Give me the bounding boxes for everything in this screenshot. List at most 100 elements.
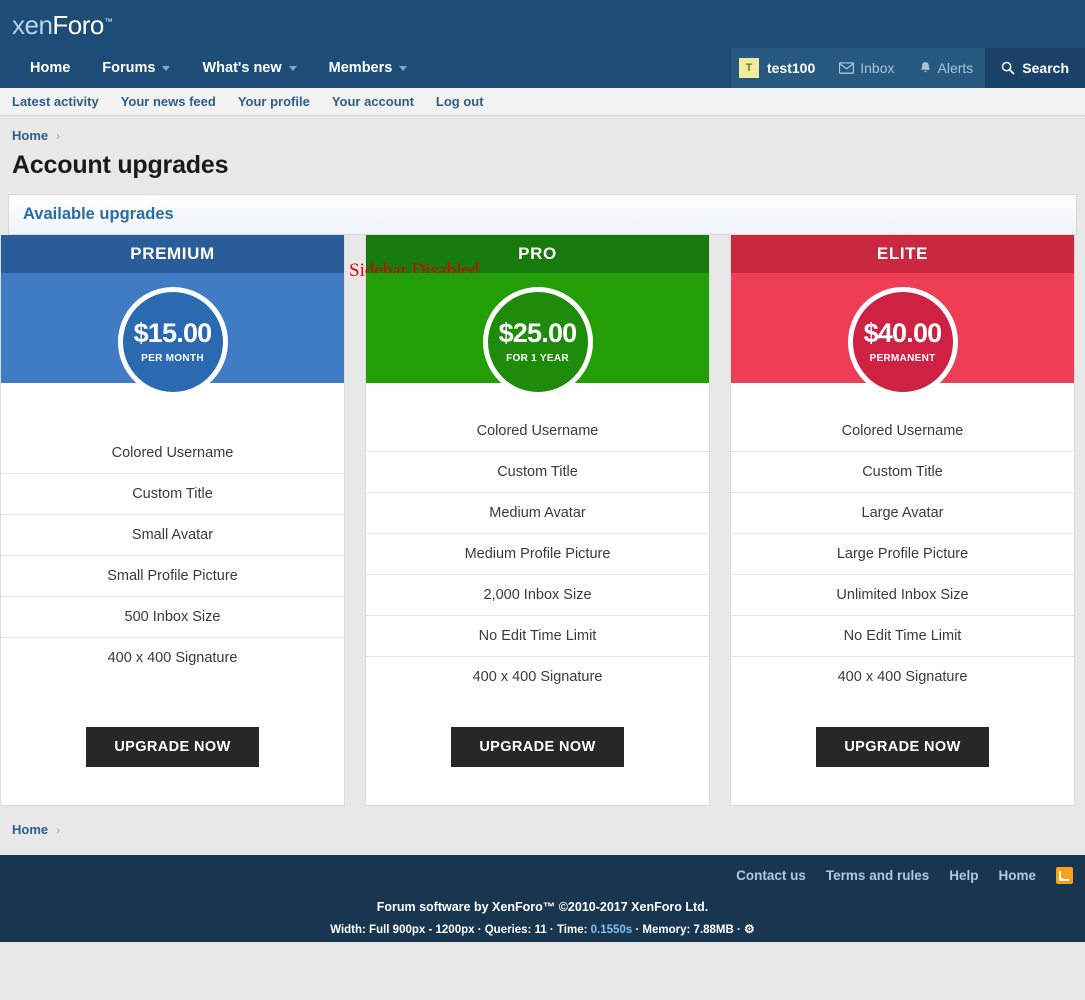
feature-item: Small Avatar bbox=[1, 515, 344, 556]
site-masthead: xenForo™ Home Forums What's new Members … bbox=[0, 0, 1085, 88]
search-label: Search bbox=[1022, 60, 1069, 76]
nav-item-members[interactable]: Members bbox=[313, 48, 424, 88]
copyright-text: Forum software by XenForo™ ©2010-2017 Xe… bbox=[376, 900, 709, 914]
card-price-band-premium: $15.00 PER MONTH bbox=[1, 273, 344, 397]
subnav-item-log-out[interactable]: Log out bbox=[436, 94, 484, 109]
feature-list-pro: Colored Username Custom Title Medium Ava… bbox=[366, 383, 709, 697]
price-amount-premium: $15.00 bbox=[133, 318, 213, 348]
user-menu-button[interactable]: T test100 bbox=[730, 48, 828, 88]
feature-item: Medium Profile Picture bbox=[366, 534, 709, 575]
price-period-pro: FOR 1 YEAR bbox=[506, 353, 569, 364]
feature-item: Custom Title bbox=[366, 452, 709, 493]
debug-time: 0.1550s bbox=[590, 924, 633, 936]
footer-link-home[interactable]: Home bbox=[998, 868, 1036, 883]
logo-trademark: ™ bbox=[103, 16, 113, 27]
primary-nav-items: Home Forums What's new Members bbox=[0, 48, 423, 88]
nav-item-whats-new-label: What's new bbox=[202, 60, 282, 76]
breadcrumb-separator: › bbox=[56, 129, 61, 143]
site-footer: Contact us Terms and rules Help Home For… bbox=[0, 855, 1085, 942]
card-actions-elite: UPGRADE NOW bbox=[731, 697, 1074, 805]
subnav-item-your-news-feed[interactable]: Your news feed bbox=[121, 94, 216, 109]
price-badge-pro: $25.00 FOR 1 YEAR bbox=[482, 287, 593, 397]
chevron-down-icon bbox=[162, 65, 171, 71]
upgrade-now-button-premium[interactable]: UPGRADE NOW bbox=[86, 727, 259, 767]
subnav-item-your-account[interactable]: Your account bbox=[332, 94, 414, 109]
secondary-navigation: Latest activity Your news feed Your prof… bbox=[0, 88, 1085, 116]
price-badge-elite: $40.00 PERMANENT bbox=[847, 287, 958, 397]
inbox-label: Inbox bbox=[860, 60, 895, 76]
subnav-item-latest-activity[interactable]: Latest activity bbox=[12, 94, 99, 109]
rss-icon[interactable] bbox=[1056, 867, 1073, 884]
card-title-premium: PREMIUM bbox=[1, 235, 344, 273]
nav-item-home[interactable]: Home bbox=[14, 48, 86, 88]
feature-item: 400 x 400 Signature bbox=[837, 669, 968, 685]
card-price-band-elite: $40.00 PERMANENT bbox=[731, 273, 1074, 397]
upgrade-card-pro: PRO $25.00 FOR 1 YEAR Colored Username C… bbox=[365, 235, 710, 806]
feature-item: 400 x 400 Signature bbox=[472, 669, 603, 685]
site-logo[interactable]: xenForo™ bbox=[12, 10, 113, 41]
feature-item: Small Profile Picture bbox=[1, 556, 344, 597]
nav-item-members-label: Members bbox=[328, 60, 393, 76]
envelope-icon bbox=[839, 62, 855, 74]
nav-item-whats-new[interactable]: What's new bbox=[186, 48, 312, 88]
feature-item: Colored Username bbox=[1, 433, 344, 474]
bell-icon bbox=[919, 61, 932, 75]
search-button[interactable]: Search bbox=[985, 48, 1085, 88]
footer-link-terms-and-rules[interactable]: Terms and rules bbox=[826, 868, 929, 883]
feature-item: No Edit Time Limit bbox=[731, 616, 1074, 657]
nav-item-forums[interactable]: Forums bbox=[86, 48, 186, 88]
feature-item: Colored Username bbox=[731, 411, 1074, 452]
footer-link-contact-us[interactable]: Contact us bbox=[736, 868, 806, 883]
footer-links: Contact us Terms and rules Help Home bbox=[0, 855, 1085, 894]
gear-icon[interactable]: ⚙ bbox=[744, 922, 755, 936]
upgrade-now-button-elite[interactable]: UPGRADE NOW bbox=[816, 727, 989, 767]
nav-item-forums-label: Forums bbox=[102, 60, 156, 76]
primary-navigation: Home Forums What's new Members T test100… bbox=[0, 48, 1085, 88]
breadcrumb-bottom: Home › bbox=[0, 806, 1085, 855]
logo-suffix: Foro bbox=[52, 10, 104, 40]
debug-info: Width: Full 900px - 1200px · Queries: 11… bbox=[0, 922, 1085, 942]
available-upgrades-panel: Available upgrades bbox=[8, 194, 1077, 235]
feature-list-elite: Colored Username Custom Title Large Avat… bbox=[731, 383, 1074, 697]
card-actions-premium: UPGRADE NOW bbox=[1, 697, 344, 805]
page-content: Home › Account upgrades Sidebar Disabled … bbox=[0, 116, 1085, 806]
feature-item: 2,000 Inbox Size bbox=[366, 575, 709, 616]
feature-item: Large Profile Picture bbox=[731, 534, 1074, 575]
inbox-button[interactable]: Inbox bbox=[827, 48, 907, 88]
alerts-button[interactable]: Alerts bbox=[906, 48, 986, 88]
subnav-item-your-profile[interactable]: Your profile bbox=[238, 94, 310, 109]
upgrade-card-elite: ELITE $40.00 PERMANENT Colored Username … bbox=[730, 235, 1075, 806]
nav-item-home-label: Home bbox=[30, 60, 71, 76]
chevron-down-icon bbox=[399, 65, 408, 71]
page-title: Account upgrades bbox=[12, 151, 229, 179]
price-period-premium: PER MONTH bbox=[141, 353, 204, 364]
breadcrumb: Home › bbox=[8, 116, 1077, 147]
feature-item: Custom Title bbox=[1, 474, 344, 515]
price-badge-premium: $15.00 PER MONTH bbox=[117, 287, 228, 397]
upgrade-card-premium: PREMIUM $15.00 PER MONTH Colored Usernam… bbox=[0, 235, 345, 806]
feature-item: Custom Title bbox=[731, 452, 1074, 493]
price-amount-pro: $25.00 bbox=[498, 318, 578, 348]
price-amount-elite: $40.00 bbox=[863, 318, 943, 348]
logo-prefix: xen bbox=[12, 10, 53, 40]
user-navigation: T test100 Inbox Alerts Search bbox=[730, 48, 1085, 88]
upgrade-now-button-pro[interactable]: UPGRADE NOW bbox=[451, 727, 624, 767]
search-icon bbox=[1001, 61, 1015, 75]
feature-item: 500 Inbox Size bbox=[1, 597, 344, 638]
feature-item: Colored Username bbox=[366, 411, 709, 452]
card-price-band-pro: $25.00 FOR 1 YEAR bbox=[366, 273, 709, 397]
feature-item: Medium Avatar bbox=[366, 493, 709, 534]
breadcrumb-home[interactable]: Home bbox=[12, 128, 48, 143]
card-title-elite: ELITE bbox=[731, 235, 1074, 273]
debug-prefix: Width: Full 900px - 1200px · Queries: 11… bbox=[330, 924, 591, 936]
feature-item: Unlimited Inbox Size bbox=[731, 575, 1074, 616]
chevron-down-icon bbox=[288, 65, 297, 71]
avatar: T bbox=[738, 58, 759, 78]
upgrade-cards: PREMIUM $15.00 PER MONTH Colored Usernam… bbox=[0, 235, 1085, 806]
username-label: test100 bbox=[766, 60, 816, 76]
panel-title: Available upgrades bbox=[9, 195, 1076, 235]
footer-link-help[interactable]: Help bbox=[949, 868, 978, 883]
card-actions-pro: UPGRADE NOW bbox=[366, 697, 709, 805]
breadcrumb-bottom-home[interactable]: Home bbox=[12, 822, 48, 837]
feature-item: No Edit Time Limit bbox=[366, 616, 709, 657]
